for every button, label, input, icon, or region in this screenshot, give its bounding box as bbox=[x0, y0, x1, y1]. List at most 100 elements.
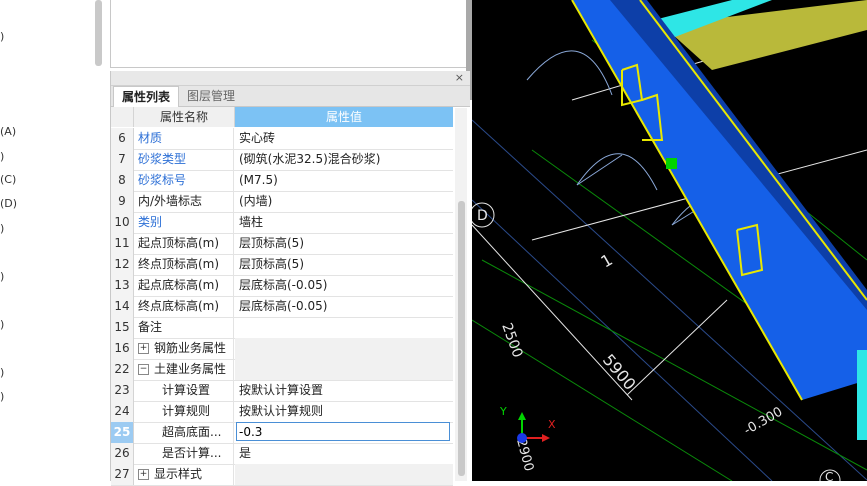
group-label: 钢筋业务属性 bbox=[154, 341, 227, 355]
row-value bbox=[235, 422, 453, 443]
value-edit-input[interactable] bbox=[236, 422, 450, 441]
axis-y-label: Y bbox=[499, 405, 507, 418]
row-value bbox=[235, 338, 453, 359]
property-panel: × 属性列表 图层管理 属性名称 属性值 6 材质 实心砖 7 砂浆类型 (砌筑… bbox=[110, 71, 470, 486]
dimension-bottom: 2900 bbox=[513, 437, 536, 473]
grip-marker[interactable] bbox=[666, 158, 677, 169]
label-1: 1 bbox=[598, 250, 616, 272]
grid-header: 属性名称 属性值 bbox=[111, 107, 453, 127]
row-value bbox=[235, 464, 453, 485]
row-name: 砂浆标号 bbox=[134, 170, 234, 191]
tree-item[interactable]: (A) bbox=[0, 125, 16, 138]
table-row-group[interactable]: 16 + 钢筋业务属性 bbox=[111, 338, 453, 360]
tree-item[interactable]: ) bbox=[0, 150, 4, 163]
row-number: 14 bbox=[111, 296, 134, 317]
row-name: 终点底标高(m) bbox=[134, 296, 234, 317]
table-row-selected[interactable]: 25 超高底面... bbox=[111, 422, 453, 444]
row-name: + 显示样式 bbox=[134, 464, 234, 485]
row-value[interactable]: 层顶标高(5) bbox=[235, 233, 453, 254]
row-value[interactable]: (砌筑(水泥32.5)混合砂浆) bbox=[235, 149, 453, 170]
row-number: 16 bbox=[111, 338, 134, 359]
row-value[interactable]: 是 bbox=[235, 443, 453, 464]
table-row[interactable]: 12 终点顶标高(m) 层顶标高(5) bbox=[111, 254, 453, 276]
table-row-group[interactable]: 22 − 土建业务属性 bbox=[111, 359, 453, 381]
row-number: 26 bbox=[111, 443, 134, 464]
axis-x-label: X bbox=[548, 418, 556, 431]
collapse-icon[interactable]: − bbox=[138, 364, 149, 375]
row-value[interactable]: 实心砖 bbox=[235, 128, 453, 149]
top-panel bbox=[110, 0, 469, 68]
tab-layer-management[interactable]: 图层管理 bbox=[179, 86, 243, 106]
close-icon[interactable]: × bbox=[455, 71, 464, 85]
table-row[interactable]: 7 砂浆类型 (砌筑(水泥32.5)混合砂浆) bbox=[111, 149, 453, 171]
tree-item[interactable]: (D) bbox=[0, 197, 17, 210]
row-name: − 土建业务属性 bbox=[134, 359, 234, 380]
table-row[interactable]: 14 终点底标高(m) 层底标高(-0.05) bbox=[111, 296, 453, 318]
row-value[interactable]: 按默认计算规则 bbox=[235, 401, 453, 422]
table-row-group[interactable]: 27 + 显示样式 bbox=[111, 464, 453, 486]
tree-item[interactable]: ) bbox=[0, 366, 4, 379]
tree-item[interactable]: ) bbox=[0, 222, 4, 235]
row-number: 24 bbox=[111, 401, 134, 422]
table-row[interactable]: 26 是否计算... 是 bbox=[111, 443, 453, 465]
table-row[interactable]: 23 计算设置 按默认计算设置 bbox=[111, 380, 453, 402]
axis-label-d: D bbox=[477, 208, 488, 224]
dimension-5900: 5900 bbox=[599, 350, 640, 393]
row-name: 备注 bbox=[134, 317, 234, 338]
row-value[interactable] bbox=[235, 317, 453, 338]
tree-item[interactable]: ) bbox=[0, 390, 4, 403]
tree-item[interactable]: ) bbox=[0, 270, 4, 283]
table-row[interactable]: 10 类别 墙柱 bbox=[111, 212, 453, 234]
grid-scrollbar-thumb[interactable] bbox=[458, 201, 465, 476]
row-value[interactable]: 层底标高(-0.05) bbox=[235, 275, 453, 296]
tree-item[interactable]: ) bbox=[0, 30, 4, 43]
row-name: 内/外墙标志 bbox=[134, 191, 234, 212]
table-row[interactable]: 15 备注 bbox=[111, 317, 453, 339]
table-row[interactable]: 13 起点底标高(m) 层底标高(-0.05) bbox=[111, 275, 453, 297]
row-name: 材质 bbox=[134, 128, 234, 149]
header-num bbox=[111, 107, 134, 127]
tree-item[interactable]: (C) bbox=[0, 173, 16, 186]
row-number: 25 bbox=[111, 422, 134, 443]
tab-property-list[interactable]: 属性列表 bbox=[113, 86, 180, 107]
project-tree: ) (A) ) (C) (D) ) ) ) ) ) bbox=[0, 0, 105, 481]
group-label: 显示样式 bbox=[154, 467, 203, 481]
table-row[interactable]: 6 材质 实心砖 bbox=[111, 128, 453, 150]
row-name: 砂浆类型 bbox=[134, 149, 234, 170]
table-row[interactable]: 8 砂浆标号 (M7.5) bbox=[111, 170, 453, 192]
group-label: 土建业务属性 bbox=[154, 362, 227, 376]
row-name: 终点顶标高(m) bbox=[134, 254, 234, 275]
tree-scrollbar[interactable] bbox=[95, 0, 102, 66]
row-value[interactable]: 墙柱 bbox=[235, 212, 453, 233]
row-number: 6 bbox=[111, 128, 134, 149]
row-value[interactable]: (内墙) bbox=[235, 191, 453, 212]
cyan-edge bbox=[857, 350, 867, 440]
table-row[interactable]: 11 起点顶标高(m) 层顶标高(5) bbox=[111, 233, 453, 255]
header-value[interactable]: 属性值 bbox=[235, 107, 453, 127]
row-name: + 钢筋业务属性 bbox=[134, 338, 234, 359]
row-number: 8 bbox=[111, 170, 134, 191]
row-value bbox=[235, 359, 453, 380]
row-name: 起点顶标高(m) bbox=[134, 233, 234, 254]
table-row[interactable]: 24 计算规则 按默认计算规则 bbox=[111, 401, 453, 423]
row-name: 是否计算... bbox=[134, 443, 234, 464]
panel-titlebar: × bbox=[111, 71, 470, 86]
row-number: 7 bbox=[111, 149, 134, 170]
ucs-axis-icon: Y X bbox=[499, 405, 556, 443]
row-value[interactable]: 按默认计算设置 bbox=[235, 380, 453, 401]
tree-item[interactable]: ) bbox=[0, 318, 4, 331]
row-name: 起点底标高(m) bbox=[134, 275, 234, 296]
header-name[interactable]: 属性名称 bbox=[134, 107, 235, 127]
row-value[interactable]: (M7.5) bbox=[235, 170, 453, 191]
expand-icon[interactable]: + bbox=[138, 469, 149, 480]
cad-drawing: D C 5900 2500 1 -0.300 2900 Y X bbox=[472, 0, 867, 481]
expand-icon[interactable]: + bbox=[138, 343, 149, 354]
row-number: 15 bbox=[111, 317, 134, 338]
row-value[interactable]: 层顶标高(5) bbox=[235, 254, 453, 275]
row-number: 23 bbox=[111, 380, 134, 401]
table-row[interactable]: 9 内/外墙标志 (内墙) bbox=[111, 191, 453, 213]
cad-viewport[interactable]: D C 5900 2500 1 -0.300 2900 Y X bbox=[472, 0, 867, 481]
row-value[interactable]: 层底标高(-0.05) bbox=[235, 296, 453, 317]
row-number: 9 bbox=[111, 191, 134, 212]
panel-tabs: 属性列表 图层管理 bbox=[111, 86, 470, 107]
